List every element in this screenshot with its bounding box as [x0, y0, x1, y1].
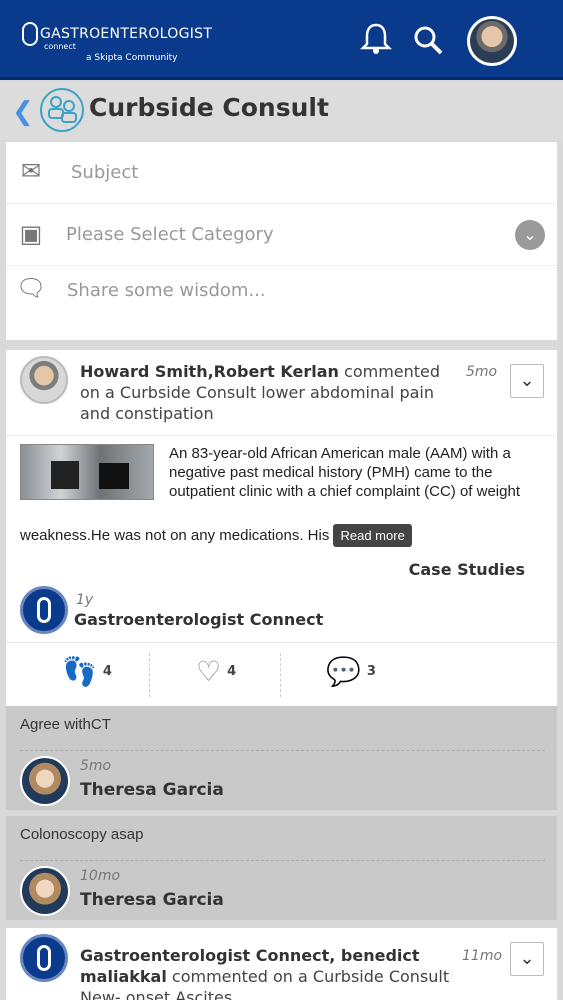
post-headline[interactable]: Gastroenterologist Connect, benedict mal… [80, 945, 450, 1000]
title-bar: ❮ Curbside Consult [0, 83, 563, 140]
category-row[interactable]: ▣ Please Select Category ⌄ [6, 204, 557, 266]
post-thumbnail[interactable] [20, 444, 154, 500]
app-logo[interactable]: GASTROENTEROLOGIST connect a Skipta Comm… [22, 22, 212, 63]
user-avatar[interactable] [467, 16, 517, 66]
logo-subtext: connect [44, 42, 76, 51]
comment-text: Colonoscopy asap [20, 826, 144, 843]
heart-button[interactable]: ♡ 4 [196, 655, 236, 695]
avatar[interactable] [20, 756, 70, 806]
chat-bubbles-icon: 🗨 [16, 274, 47, 302]
post-card: Howard Smith,Robert Kerlan commented on … [6, 350, 557, 642]
comment-author[interactable]: Theresa Garcia [80, 890, 224, 910]
post-time: 11mo [462, 948, 503, 964]
post-menu-chevron-icon[interactable]: ⌄ [510, 942, 544, 976]
comment-item: Colonoscopy asap 10mo Theresa Garcia [6, 816, 557, 920]
comment-time: 5mo [80, 758, 112, 774]
heart-icon: ♡ [196, 655, 222, 688]
comment-time: 10mo [80, 868, 121, 884]
chevron-down-icon[interactable]: ⌄ [515, 220, 545, 250]
like-count: 4 [102, 664, 112, 679]
wisdom-row[interactable]: 🗨 Share some wisdom... [6, 266, 557, 340]
avatar[interactable] [20, 866, 70, 916]
envelope-question-icon: ✉ [20, 157, 42, 185]
category-select[interactable]: Please Select Category [66, 224, 274, 245]
back-chevron-icon[interactable]: ❮ [12, 97, 34, 127]
comment-text: Agree withCT [20, 716, 111, 733]
post-headline[interactable]: Howard Smith,Robert Kerlan commented on … [80, 361, 460, 424]
comment-bubble-icon: 💬 [326, 655, 361, 688]
cubes-icon: ▣ [19, 220, 43, 248]
subject-input[interactable]: Subject [71, 162, 138, 183]
post-composer: ✉ Subject ▣ Please Select Category ⌄ 🗨 S… [6, 142, 557, 340]
subject-row[interactable]: ✉ Subject [6, 142, 557, 204]
post-header: Howard Smith,Robert Kerlan commented on … [6, 350, 557, 436]
comments-button[interactable]: 💬 3 [326, 655, 376, 695]
search-icon[interactable] [412, 24, 444, 56]
footprint-like-button[interactable]: 👣 4 [62, 655, 112, 695]
footprint-icon: 👣 [62, 655, 97, 688]
top-bar: GASTROENTEROLOGIST connect a Skipta Comm… [0, 0, 563, 80]
page-title: Curbside Consult [89, 93, 329, 122]
source-time: 1y [76, 592, 94, 608]
post-time: 5mo [466, 364, 498, 380]
source-name[interactable]: Gastroenterologist Connect [74, 610, 323, 629]
logo-mark-icon [22, 22, 38, 46]
comment-item: Agree withCT 5mo Theresa Garcia [6, 706, 557, 810]
logo-text: GASTROENTEROLOGIST [40, 26, 213, 42]
heart-count: 4 [227, 664, 237, 679]
post-actions: 👣 4 ♡ 4 💬 3 [6, 642, 557, 706]
source-avatar[interactable] [20, 586, 68, 634]
curbside-consult-icon [40, 88, 84, 132]
notifications-icon[interactable] [359, 22, 393, 56]
avatar[interactable] [20, 934, 68, 982]
post-excerpt-bottom: weakness.He was not on any medications. … [20, 524, 540, 547]
post-authors[interactable]: Howard Smith,Robert Kerlan [80, 362, 339, 381]
post-category[interactable]: Case Studies [409, 560, 525, 579]
logo-tagline: a Skipta Community [86, 53, 178, 63]
post-menu-chevron-icon[interactable]: ⌄ [510, 364, 544, 398]
avatar[interactable] [20, 356, 68, 404]
comment-count: 3 [366, 664, 376, 679]
read-more-button[interactable]: Read more [333, 524, 412, 547]
post-body[interactable]: An 83-year-old African American male (AA… [6, 436, 557, 556]
post-card: Gastroenterologist Connect, benedict mal… [6, 928, 557, 1000]
comment-author[interactable]: Theresa Garcia [80, 780, 224, 800]
wisdom-input[interactable]: Share some wisdom... [67, 280, 266, 301]
post-excerpt-top: An 83-year-old African American male (AA… [169, 445, 520, 500]
